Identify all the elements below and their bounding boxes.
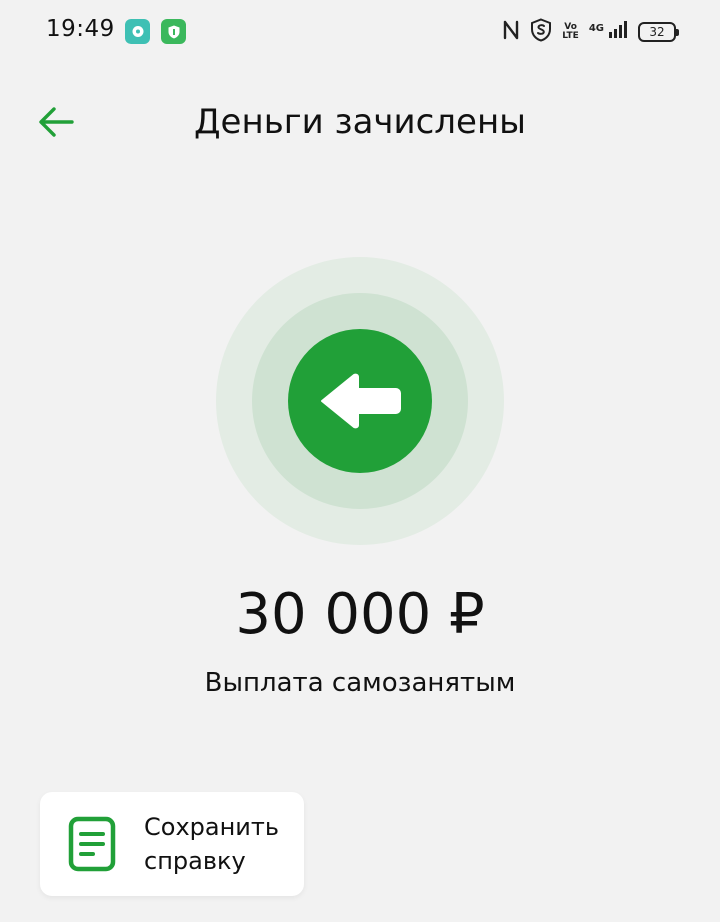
hero-circle (288, 329, 432, 473)
save-receipt-button[interactable]: Сохранить справку (40, 792, 304, 896)
status-time: 19:49 (46, 16, 115, 42)
battery-level: 32 (649, 25, 665, 39)
volte-label-bottom: LTE (562, 31, 579, 41)
save-receipt-label: Сохранить справку (144, 813, 279, 875)
screen: 19:49 Vo LTE 4G 32 Деньги зачислены 30 0… (0, 0, 720, 922)
signal-icon (608, 20, 628, 44)
arrow-left-bold-icon (321, 373, 401, 429)
chat-app-icon (125, 19, 150, 44)
volte-icon: Vo LTE (562, 23, 579, 41)
transaction-amount: 30 000 ₽ (235, 582, 485, 647)
status-bar: 19:49 Vo LTE 4G 32 (0, 0, 720, 64)
shield-app-icon (161, 19, 186, 44)
arrow-left-icon (39, 107, 74, 137)
document-icon (68, 816, 116, 872)
network-type-label: 4G (588, 22, 604, 34)
status-icons: Vo LTE 4G 32 (502, 18, 679, 46)
back-button[interactable] (34, 100, 78, 144)
battery-icon: 32 (638, 22, 679, 42)
s-shield-icon (530, 18, 552, 46)
page-title: Деньги зачислены (193, 102, 527, 142)
transaction-description: Выплата самозанятым (204, 668, 516, 698)
nfc-icon (502, 20, 520, 44)
